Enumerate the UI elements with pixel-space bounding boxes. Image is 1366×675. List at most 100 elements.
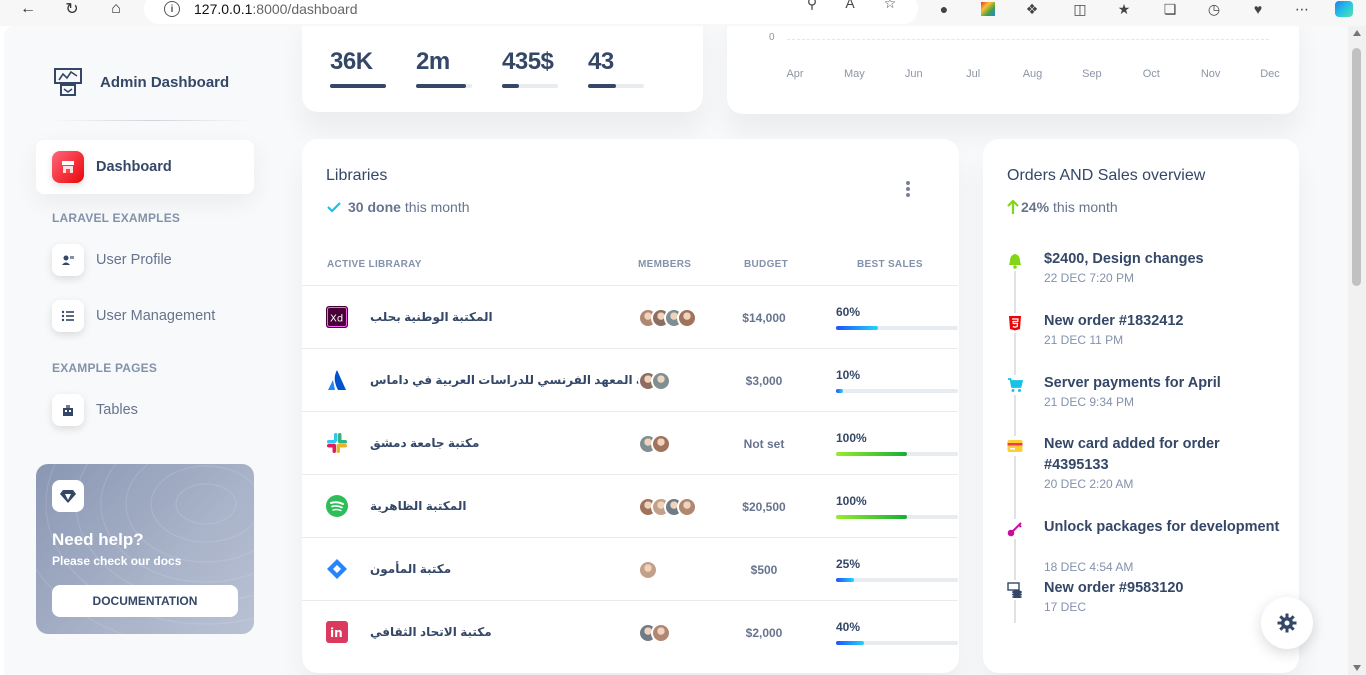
shop-icon [52, 151, 84, 183]
home-icon[interactable]: ⌂ [105, 0, 127, 18]
members-group [638, 497, 697, 517]
libraries-subtitle: 30 done this month [326, 199, 470, 215]
x-tick-label: Sep [1082, 68, 1102, 80]
sidebar-item-label: Dashboard [96, 159, 172, 175]
completion-label: 25% [836, 557, 861, 571]
member-avatar[interactable] [677, 308, 697, 328]
table-row[interactable]: مكتبة جامعة دمشق Not set 100% [302, 411, 958, 474]
sidebar-item-user-profile[interactable]: User Profile [36, 233, 254, 287]
spotify-logo [326, 495, 348, 517]
user-profile-icon [52, 244, 84, 276]
budget-value: $2,000 [745, 626, 783, 640]
table-row[interactable]: Xd المكتبة الوطنية بحلب $14,000 60% [302, 285, 958, 348]
library-name[interactable]: مكتبة المأمون [370, 562, 451, 576]
budget-value: Not set [743, 437, 785, 451]
table-row[interactable]: مكتبة المعهد الفرنسي للدراسات العربية في… [302, 348, 958, 411]
library-name[interactable]: مكتبة جامعة دمشق [370, 436, 479, 450]
puzzle-extensions-icon[interactable]: ❖ [1022, 0, 1042, 18]
scrollbar-thumb[interactable] [1352, 48, 1361, 286]
atlassian-logo [326, 369, 348, 391]
budget-value: $3,000 [745, 374, 783, 388]
help-title: Need help? [52, 530, 144, 549]
split-screen-icon[interactable]: ◫ [1070, 0, 1090, 18]
timeline-title: New card added for order #4395133 [1044, 436, 1220, 473]
cart-icon [1003, 375, 1027, 395]
key-icon[interactable]: ⚲ [802, 0, 822, 12]
performance-icon[interactable]: ♥ [1248, 0, 1268, 18]
more-options-icon[interactable] [906, 181, 910, 197]
collections-icon[interactable]: ❏ [1160, 0, 1180, 18]
orders-card: Orders AND Sales overview 24% this month … [983, 139, 1299, 673]
slack-logo [326, 432, 348, 454]
timeline-title: New order #1832412 [1044, 313, 1184, 329]
completion-label: 100% [836, 431, 867, 445]
scroll-up-arrow-icon[interactable] [1353, 30, 1361, 36]
library-name[interactable]: المكتبة الوطنية بحلب [370, 310, 493, 324]
completion-label: 40% [836, 620, 861, 634]
member-avatar[interactable] [651, 623, 671, 643]
member-avatar[interactable] [677, 497, 697, 517]
completion-progress [836, 326, 958, 330]
brand-logo-icon [54, 68, 82, 96]
members-group [638, 308, 697, 328]
stat-users: 36K [330, 48, 386, 88]
done-count: 30 done [348, 199, 401, 215]
check-icon [327, 202, 341, 213]
chart-baseline [787, 39, 1269, 40]
library-name[interactable]: المكتبة الظاهرية [370, 499, 466, 513]
completion-progress [836, 452, 958, 456]
scroll-down-arrow-icon[interactable] [1353, 665, 1361, 671]
member-avatar[interactable] [651, 371, 671, 391]
copilot-icon[interactable] [1334, 0, 1354, 18]
library-name[interactable]: مكتبة الاتحاد الثقافي [370, 625, 492, 639]
table-row[interactable]: المكتبة الظاهرية $20,500 100% [302, 474, 958, 537]
site-info-icon[interactable]: i [164, 1, 180, 17]
brand-name: Admin Dashboard [100, 73, 230, 91]
page-scrollbar[interactable] [1348, 26, 1366, 675]
diamond-icon [52, 480, 84, 512]
orders-subtitle: 24% this month [1007, 199, 1118, 215]
table-row[interactable]: مكتبة المأمون $500 25% [302, 537, 958, 600]
invision-logo: in [326, 621, 348, 643]
th-members: MEMBERS [638, 259, 692, 270]
history-icon[interactable]: ◷ [1204, 0, 1224, 18]
read-aloud-icon[interactable]: A [840, 0, 860, 12]
timeline-date: 21 DEC 11 PM [1044, 333, 1124, 347]
completion-label: 100% [836, 494, 867, 508]
address-bar[interactable]: i 127.0.0.1:8000/dashboard ⚲ A ☆ [144, 0, 918, 24]
timeline-date: 17 DEC [1044, 600, 1087, 614]
globe-icon[interactable]: ● [934, 0, 954, 18]
members-group [638, 560, 658, 580]
favorites-icon[interactable]: ★ [1114, 0, 1134, 18]
stat-progress [416, 84, 472, 88]
timeline-title: Unlock packages for development [1044, 519, 1280, 535]
stat-items: 43 [588, 48, 644, 88]
completion-progress [836, 578, 958, 582]
growth-value: 24% [1021, 199, 1050, 215]
list-icon [52, 300, 84, 332]
favorite-star-icon[interactable]: ☆ [880, 0, 900, 12]
brand[interactable]: Admin Dashboard [52, 66, 229, 98]
jira-logo [326, 558, 348, 580]
bell-icon [1003, 251, 1027, 271]
documentation-button[interactable]: DOCUMENTATION [52, 585, 238, 617]
reload-icon[interactable]: ↻ [61, 0, 83, 18]
extension-colorful-icon[interactable] [978, 0, 998, 18]
th-budget: BUDGET [744, 259, 789, 270]
orders-title: Orders AND Sales overview [1007, 167, 1206, 184]
stat-progress [502, 84, 558, 88]
member-avatar[interactable] [651, 434, 671, 454]
member-avatar[interactable] [638, 560, 658, 580]
settings-button[interactable] [1261, 597, 1313, 649]
sidebar-item-user-management[interactable]: User Management [36, 289, 254, 343]
url-path: :8000/dashboard [252, 1, 358, 17]
more-menu-icon[interactable]: ⋯ [1292, 0, 1312, 18]
th-library: ACTIVE LIBRARAY [327, 259, 422, 270]
back-arrow-icon[interactable]: ← [17, 0, 39, 18]
table-row[interactable]: in مكتبة الاتحاد الثقافي $2,000 40% [302, 600, 958, 663]
sidebar-item-dashboard[interactable]: Dashboard [36, 140, 254, 194]
library-name[interactable]: مكتبة المعهد الفرنسي للدراسات العربية في… [370, 373, 667, 387]
budget-value: $500 [750, 563, 778, 577]
sidebar-item-tables[interactable]: Tables [36, 383, 254, 437]
members-group [638, 623, 671, 643]
